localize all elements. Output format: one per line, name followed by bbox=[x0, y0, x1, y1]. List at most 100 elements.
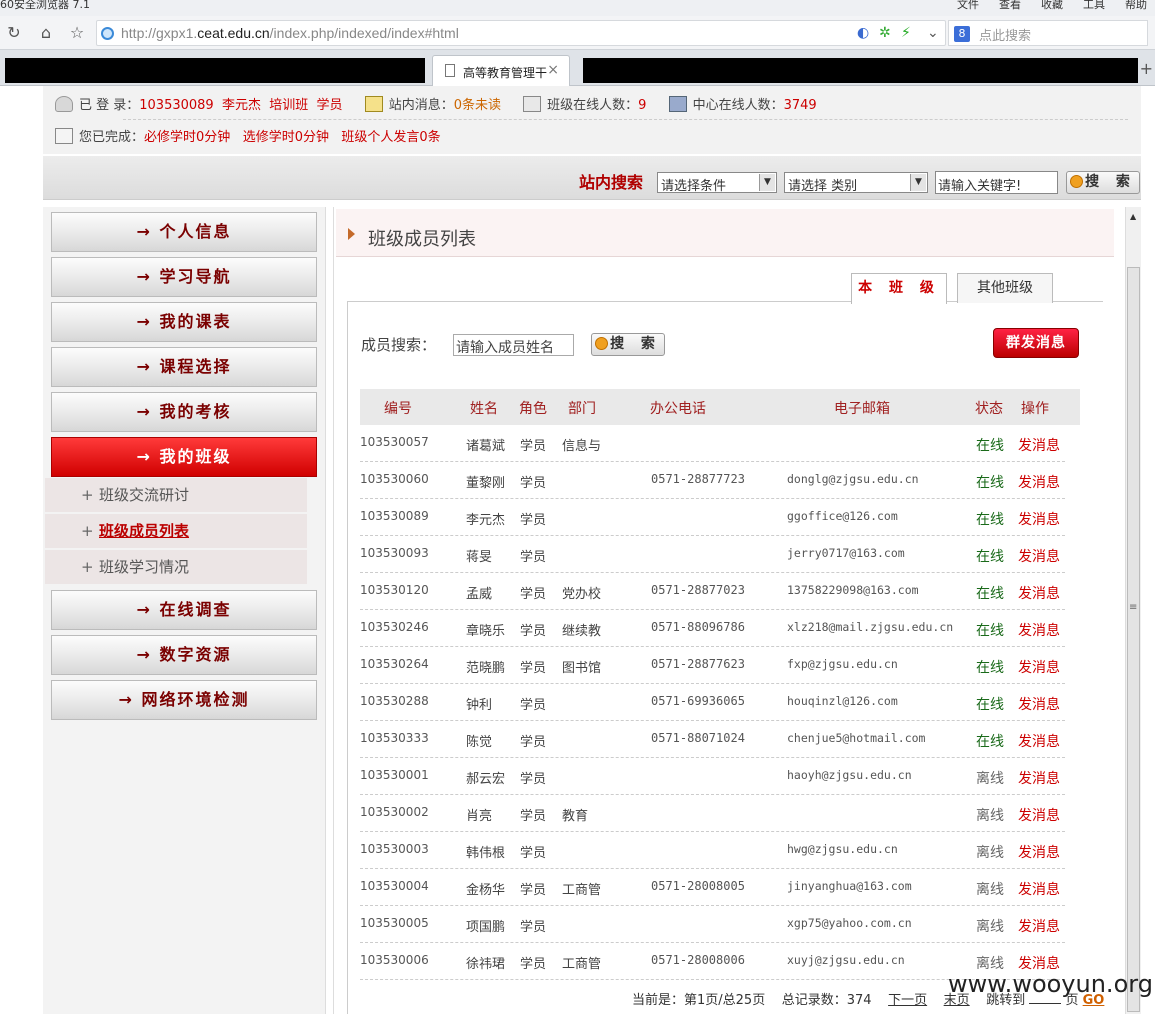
col-email: 电子邮箱 bbox=[834, 401, 890, 417]
member-status: 在线 bbox=[976, 697, 1004, 713]
table-row: 103530288 钟利 学员 0571-69936065 houqinzl@126.c… bbox=[360, 684, 1065, 721]
member-id: 103530003 bbox=[360, 842, 429, 856]
tab-active[interactable]: 高等教育管理干 × bbox=[432, 55, 570, 86]
home-icon[interactable]: ⌂ bbox=[36, 23, 56, 43]
chevron-down-icon[interactable]: ⌄ bbox=[927, 25, 939, 41]
menu-file[interactable]: 文件 bbox=[957, 0, 979, 12]
login-label: 已 登 录： bbox=[79, 98, 140, 113]
triangle-icon bbox=[348, 228, 355, 240]
sidebar-item-network-check[interactable]: → 网络环境检测 bbox=[51, 680, 317, 720]
new-tab-icon[interactable]: + bbox=[1140, 59, 1153, 78]
msg-value[interactable]: 0条未读 bbox=[454, 98, 501, 113]
member-dept: 工商管 bbox=[562, 883, 602, 898]
member-search-button[interactable]: 搜 索 bbox=[591, 333, 665, 356]
sidebar-item-schedule[interactable]: → 我的课表 bbox=[51, 302, 317, 342]
sidebar-subitem-study-status[interactable]: + 班级学习情况 bbox=[45, 550, 307, 584]
member-email: donglg@zjgsu.edu.cn bbox=[787, 472, 919, 486]
send-message-link[interactable]: 发消息 bbox=[1018, 620, 1060, 640]
security-icon[interactable]: ✲ bbox=[879, 25, 891, 41]
url-text: http://gxpx1.ceat.edu.cn/index.php/index… bbox=[121, 25, 459, 41]
keyword-input[interactable]: 请输入关键字! bbox=[935, 171, 1058, 194]
member-dept: 工商管 bbox=[562, 957, 602, 972]
member-id: 103530004 bbox=[360, 879, 429, 893]
scroll-thumb[interactable] bbox=[1127, 267, 1140, 1012]
member-name: 蒋旻 bbox=[466, 550, 493, 565]
member-name: 李元杰 bbox=[466, 513, 506, 528]
member-status: 离线 bbox=[976, 845, 1004, 861]
category-select[interactable]: 请选择 类别 ▼ bbox=[784, 172, 928, 194]
tab-this-class[interactable]: 本 班 级 bbox=[851, 273, 947, 304]
send-message-link[interactable]: 发消息 bbox=[1018, 583, 1060, 603]
send-message-link[interactable]: 发消息 bbox=[1018, 435, 1060, 455]
send-message-link[interactable]: 发消息 bbox=[1018, 546, 1060, 566]
broadcast-message-button[interactable]: 群发消息 bbox=[993, 328, 1079, 358]
sidebar-item-my-class[interactable]: → 我的班级 bbox=[51, 437, 317, 477]
member-role: 学员 bbox=[520, 587, 547, 602]
member-id: 103530120 bbox=[360, 583, 429, 597]
send-message-link[interactable]: 发消息 bbox=[1018, 731, 1060, 751]
pager-page-input[interactable] bbox=[1029, 1003, 1062, 1004]
member-name: 肖亮 bbox=[466, 809, 493, 824]
member-email: chenjue5@hotmail.com bbox=[787, 731, 926, 745]
menu-tools[interactable]: 工具 bbox=[1083, 0, 1105, 12]
sidebar-item-survey[interactable]: → 在线调查 bbox=[51, 590, 317, 630]
sidebar-item-digital-resources[interactable]: → 数字资源 bbox=[51, 635, 317, 675]
member-id: 103530093 bbox=[360, 546, 429, 560]
member-email: xuyj@zjgsu.edu.cn bbox=[787, 953, 905, 967]
menu-help[interactable]: 帮助 bbox=[1125, 0, 1147, 12]
tab-strip: 高等教育管理干 × + bbox=[0, 50, 1155, 86]
url-input[interactable]: http://gxpx1.ceat.edu.cn/index.php/index… bbox=[96, 20, 946, 46]
member-role: 学员 bbox=[520, 735, 547, 750]
member-search-input[interactable]: 请输入成员姓名 bbox=[453, 334, 574, 356]
member-dept: 党办校 bbox=[562, 587, 602, 602]
star-icon[interactable]: ☆ bbox=[67, 23, 87, 43]
sidebar-subitem-members[interactable]: + 班级成员列表 bbox=[45, 514, 307, 548]
menu-view[interactable]: 查看 bbox=[999, 0, 1021, 12]
site-search-button[interactable]: 搜 索 bbox=[1066, 171, 1140, 194]
send-message-link[interactable]: 发消息 bbox=[1018, 805, 1060, 825]
send-message-link[interactable]: 发消息 bbox=[1018, 509, 1060, 529]
condition-select[interactable]: 请选择条件 ▼ bbox=[657, 172, 777, 194]
send-message-link[interactable]: 发消息 bbox=[1018, 916, 1060, 936]
sidebar-item-course-select[interactable]: → 课程选择 bbox=[51, 347, 317, 387]
scrollbar[interactable]: ▲ ≡ bbox=[1125, 207, 1141, 1014]
member-phone: 0571-28008006 bbox=[651, 953, 745, 967]
send-message-link[interactable]: 发消息 bbox=[1018, 842, 1060, 862]
search-engine-icon[interactable]: 8 bbox=[954, 26, 970, 42]
pager-next-link[interactable]: 下一页 bbox=[888, 993, 927, 1008]
member-search-label: 成员搜索： bbox=[361, 336, 437, 354]
sidebar-item-profile[interactable]: → 个人信息 bbox=[51, 212, 317, 252]
user-role: 学员 bbox=[316, 98, 343, 113]
redacted-tab-right bbox=[583, 58, 1138, 83]
member-name: 钟利 bbox=[466, 698, 493, 713]
member-name: 诸葛斌 bbox=[466, 439, 506, 454]
member-email: fxp@zjgsu.edu.cn bbox=[787, 657, 898, 671]
divider bbox=[123, 119, 1128, 120]
speed-icon[interactable]: ⚡ bbox=[901, 25, 911, 41]
col-dept: 部门 bbox=[568, 401, 596, 417]
member-role: 学员 bbox=[520, 476, 547, 491]
send-message-link[interactable]: 发消息 bbox=[1018, 657, 1060, 677]
member-dept: 图书馆 bbox=[562, 661, 602, 676]
member-email: haoyh@zjgsu.edu.cn bbox=[787, 768, 912, 782]
send-message-link[interactable]: 发消息 bbox=[1018, 879, 1060, 899]
close-icon[interactable]: × bbox=[547, 62, 559, 78]
browser-search-placeholder: 点此搜索 bbox=[979, 29, 1032, 44]
send-message-link[interactable]: 发消息 bbox=[1018, 472, 1060, 492]
member-name: 章晓乐 bbox=[466, 624, 506, 639]
member-role: 学员 bbox=[520, 698, 547, 713]
send-message-link[interactable]: 发消息 bbox=[1018, 768, 1060, 788]
refresh-icon[interactable]: ↻ bbox=[4, 23, 24, 43]
plus-icon: + bbox=[81, 522, 94, 540]
col-role: 角色 bbox=[519, 401, 547, 417]
sidebar-item-assessment[interactable]: → 我的考核 bbox=[51, 392, 317, 432]
col-name: 姓名 bbox=[470, 401, 498, 417]
scroll-up-icon[interactable]: ▲ bbox=[1130, 212, 1136, 221]
sidebar-subitem-discussion[interactable]: + 班级交流研讨 bbox=[45, 478, 307, 512]
send-message-link[interactable]: 发消息 bbox=[1018, 694, 1060, 714]
tab-other-class[interactable]: 其他班级 bbox=[957, 273, 1053, 303]
compat-icon[interactable]: ◐ bbox=[857, 25, 869, 41]
browser-search-input[interactable]: 8 点此搜索 bbox=[948, 20, 1148, 46]
sidebar-item-study-nav[interactable]: → 学习导航 bbox=[51, 257, 317, 297]
menu-favorites[interactable]: 收藏 bbox=[1041, 0, 1063, 12]
